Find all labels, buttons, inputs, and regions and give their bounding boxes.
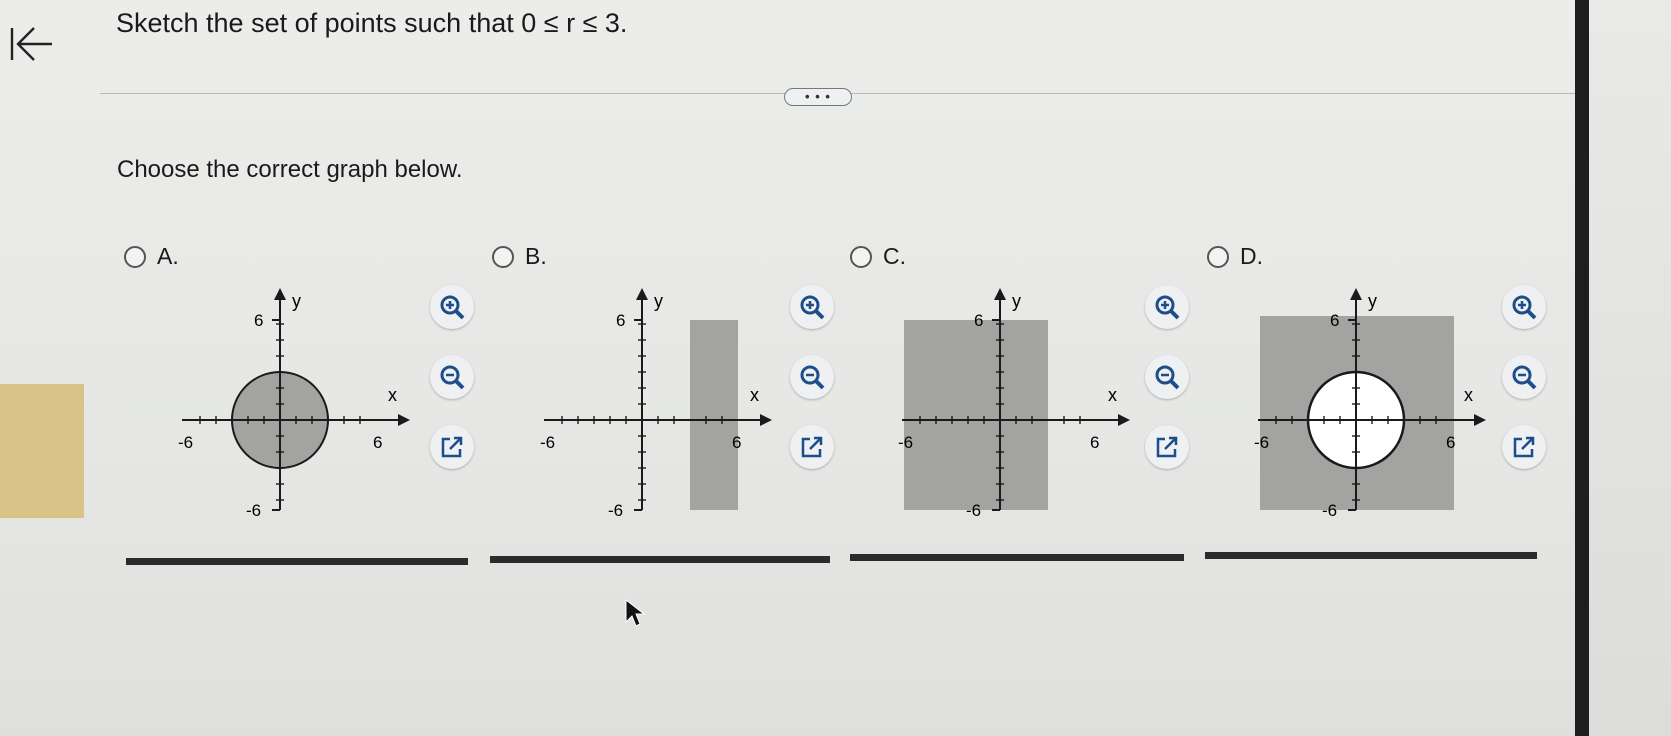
tick-label-x-pos: 6 — [732, 433, 741, 452]
tick-label-x-neg: -6 — [898, 433, 913, 452]
open-new-window-button[interactable] — [790, 425, 834, 469]
left-panel-strip — [0, 384, 84, 518]
open-new-window-button[interactable] — [430, 425, 474, 469]
zoom-in-button[interactable] — [430, 285, 474, 329]
zoom-out-button[interactable] — [430, 355, 474, 399]
zoom-out-icon — [440, 365, 465, 390]
option-a[interactable]: A. — [124, 243, 179, 270]
tick-label-x-pos: 6 — [1090, 433, 1099, 452]
question-text: Sketch the set of points such that 0 ≤ r… — [116, 8, 628, 38]
mouse-cursor-icon — [625, 598, 646, 627]
tick-label-x-neg: -6 — [178, 433, 193, 452]
radio-c[interactable] — [850, 245, 872, 268]
zoom-in-button[interactable] — [790, 285, 834, 329]
tick-label-x-pos: 6 — [373, 433, 382, 452]
window-frame — [1575, 0, 1589, 736]
zoom-in-icon — [440, 295, 465, 320]
back-to-start-icon — [10, 27, 52, 61]
zoom-in-icon — [1512, 295, 1537, 320]
open-new-window-icon — [1156, 436, 1178, 458]
zoom-out-icon — [1512, 365, 1537, 390]
tick-label-y-pos: 6 — [974, 311, 983, 330]
tick-label-y-neg: -6 — [1322, 501, 1337, 520]
tick-label-y-neg: -6 — [608, 501, 623, 520]
tick-label-y-neg: -6 — [246, 501, 261, 520]
more-dots: • • • — [805, 89, 831, 104]
radio-d[interactable] — [1207, 245, 1229, 268]
graph-d: y x 6 -6 -6 6 — [1254, 288, 1486, 520]
tick-label-y-pos: 6 — [1330, 311, 1339, 330]
prompt-text: Choose the correct graph below. — [117, 156, 463, 183]
option-d-separator — [1205, 552, 1537, 559]
option-d[interactable]: D. — [1207, 243, 1263, 270]
zoom-in-icon — [1155, 295, 1180, 320]
option-d-label: D. — [1240, 243, 1263, 269]
option-b[interactable]: B. — [492, 243, 547, 270]
y-axis-label: y — [292, 291, 301, 311]
tick-label-x-neg: -6 — [540, 433, 555, 452]
graph-a-tools — [430, 285, 476, 495]
graph-c: y x 6 -6 -6 6 — [898, 288, 1130, 520]
graph-c-tools — [1145, 285, 1191, 495]
zoom-out-icon — [800, 365, 825, 390]
x-axis-label: x — [750, 385, 759, 405]
option-c-separator — [850, 554, 1184, 561]
open-new-window-icon — [801, 436, 823, 458]
y-axis-label: y — [654, 291, 663, 311]
zoom-out-button[interactable] — [790, 355, 834, 399]
option-b-label: B. — [525, 243, 547, 269]
open-new-window-icon — [1513, 436, 1535, 458]
tick-label-y-pos: 6 — [254, 311, 263, 330]
option-a-separator — [126, 558, 468, 565]
tick-label-y-pos: 6 — [616, 311, 625, 330]
zoom-in-icon — [800, 295, 825, 320]
zoom-out-icon — [1155, 365, 1180, 390]
option-a-label: A. — [157, 243, 179, 269]
option-b-separator — [490, 556, 830, 563]
tick-label-x-pos: 6 — [1446, 433, 1455, 452]
zoom-out-button[interactable] — [1502, 355, 1546, 399]
graph-b-tools — [790, 285, 836, 495]
radio-a[interactable] — [124, 245, 146, 268]
x-axis-label: x — [388, 385, 397, 405]
open-new-window-button[interactable] — [1502, 425, 1546, 469]
zoom-in-button[interactable] — [1502, 285, 1546, 329]
tick-label-x-neg: -6 — [1254, 433, 1269, 452]
graph-a: y x 6 -6 -6 6 — [178, 288, 410, 520]
open-new-window-icon — [441, 436, 463, 458]
open-new-window-button[interactable] — [1145, 425, 1189, 469]
option-c[interactable]: C. — [850, 243, 906, 270]
back-to-start-button[interactable] — [4, 22, 56, 66]
y-axis-label: y — [1368, 291, 1377, 311]
radio-b[interactable] — [492, 245, 514, 268]
option-c-label: C. — [883, 243, 906, 269]
x-axis-label: x — [1108, 385, 1117, 405]
y-axis-label: y — [1012, 291, 1021, 311]
show-more-button[interactable]: • • • — [784, 88, 852, 106]
graph-d-tools — [1502, 285, 1548, 495]
tick-label-y-neg: -6 — [966, 501, 981, 520]
zoom-in-button[interactable] — [1145, 285, 1189, 329]
zoom-out-button[interactable] — [1145, 355, 1189, 399]
background-area — [1589, 0, 1671, 736]
graph-b: y x 6 -6 -6 6 — [540, 288, 772, 520]
x-axis-label: x — [1464, 385, 1473, 405]
